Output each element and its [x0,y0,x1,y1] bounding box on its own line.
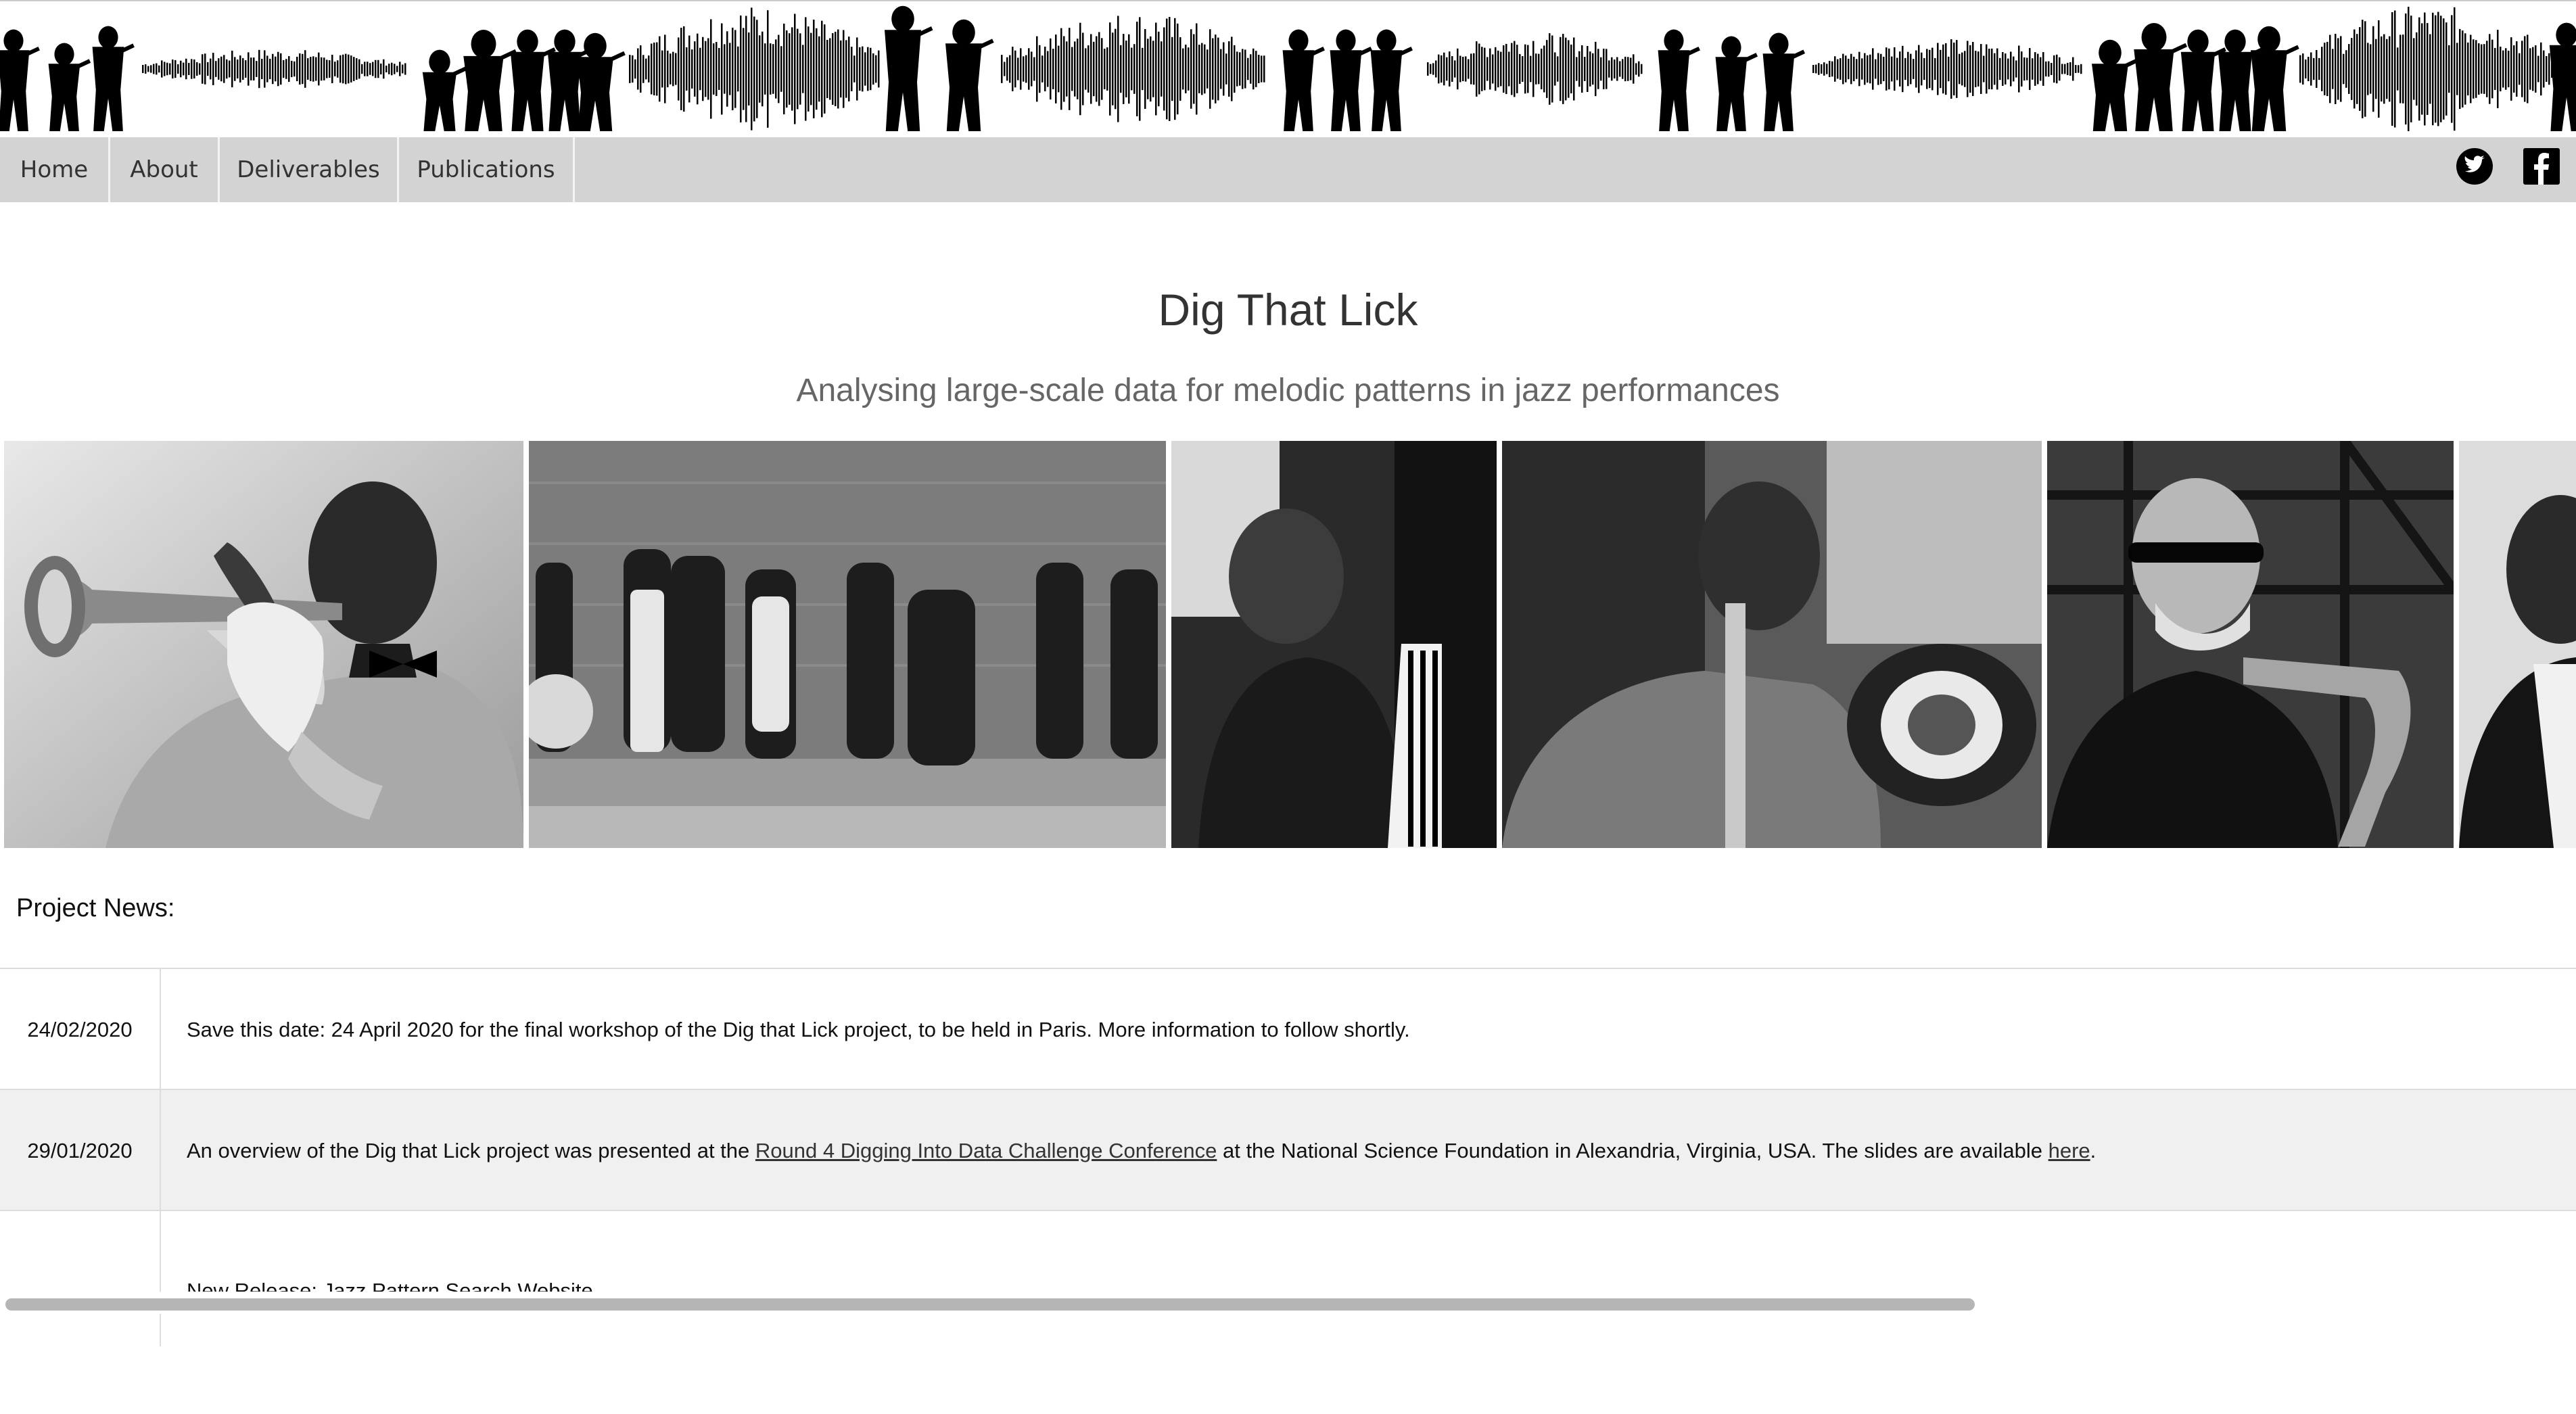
news-table: 24/02/2020 Save this date: 24 April 2020… [0,968,2576,1346]
photo-piano-player [1171,441,1497,848]
nav-about[interactable]: About [108,137,218,202]
nav-divider [573,137,575,202]
photo-partial-musician [2459,441,2576,848]
photo-trombone-player [1502,441,2042,848]
news-text: Save this date: 24 April 2020 for the fi… [187,1018,1410,1041]
news-date: 29/01/2020 [0,1090,161,1210]
news-heading: Project News: [16,894,175,922]
main-navigation: Home About Deliverables Publications [0,137,2576,202]
news-date: 24/02/2020 [0,969,161,1089]
photo-saxophone-player [2047,441,2454,848]
news-row: New Release: Jazz Pattern Search Website [0,1211,2576,1346]
photo-trumpet-player [4,441,523,848]
nav-home[interactable]: Home [0,137,108,202]
header-banner [0,0,2576,137]
news-text-segment: An overview of the Dig that Lick project… [187,1139,755,1162]
page-title: Dig That Lick [1158,285,1418,335]
conference-link[interactable]: Round 4 Digging Into Data Challenge Conf… [755,1139,1217,1162]
horizontal-scrollbar-thumb[interactable] [5,1298,1975,1311]
photo-street-band [529,441,1166,848]
photo-carousel [0,441,2576,848]
nav-deliverables[interactable]: Deliverables [218,137,397,202]
slides-link[interactable]: here [2048,1139,2090,1162]
page-subtitle: Analysing large-scale data for melodic p… [796,373,1780,408]
twitter-icon[interactable] [2456,148,2493,185]
news-text: An overview of the Dig that Lick project… [187,1090,2096,1210]
news-row: 29/01/2020 An overview of the Dig that L… [0,1090,2576,1211]
news-date [0,1211,161,1346]
nav-publications[interactable]: Publications [397,137,573,202]
facebook-icon[interactable] [2523,148,2560,185]
jazz-silhouette-banner-image [0,5,2576,132]
news-row: 24/02/2020 Save this date: 24 April 2020… [0,969,2576,1090]
news-text-segment: . [2090,1139,2097,1162]
news-text-segment: at the National Science Foundation in Al… [1217,1139,2048,1162]
